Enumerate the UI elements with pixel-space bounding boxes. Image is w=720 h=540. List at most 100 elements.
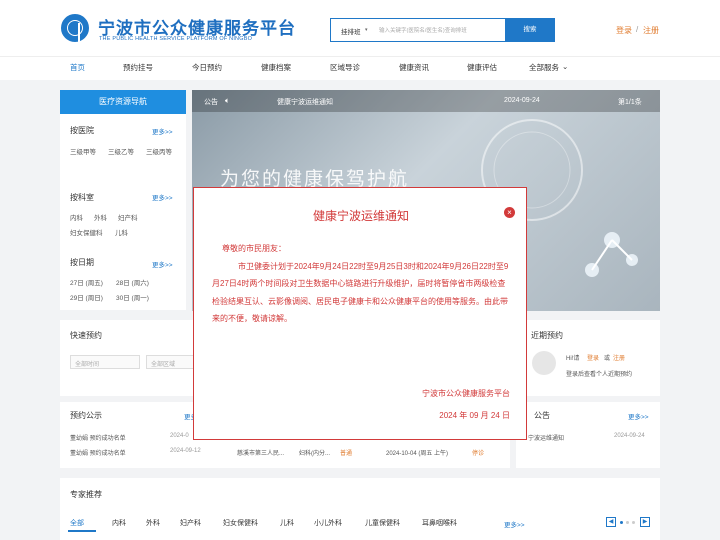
public-row[interactable]: 董幼娟 预约成功名单 bbox=[70, 433, 126, 442]
sidebar-heading: 医疗资源导航 bbox=[60, 90, 186, 114]
avatar bbox=[532, 351, 556, 375]
notice-bar: 公告 🔈︎ 健康宁波运维通知 2024-09-24 第1/1条 bbox=[192, 90, 660, 112]
logo-staff bbox=[78, 23, 80, 43]
date-tag[interactable]: 28日 (周六) bbox=[116, 277, 149, 287]
expert-tab[interactable]: 儿童保健科 bbox=[365, 518, 400, 528]
recent-greeting: Hi!请 bbox=[566, 356, 580, 362]
nav-booking[interactable]: 预约挂号 bbox=[123, 62, 153, 73]
notice-text[interactable]: 健康宁波运维通知 bbox=[277, 97, 333, 107]
area-select[interactable]: 全部区域 bbox=[146, 355, 196, 369]
quick-booking-title: 快速预约 bbox=[70, 331, 102, 340]
recent-or: 或 bbox=[604, 356, 611, 362]
active-tab-underline bbox=[68, 530, 96, 532]
experts-more-link[interactable]: 更多>> bbox=[504, 519, 525, 529]
expert-tab[interactable]: 耳鼻咽喉科 bbox=[422, 518, 457, 528]
dept-more-link[interactable]: 更多>> bbox=[152, 192, 173, 202]
public-row-date: 2024-0 bbox=[170, 433, 189, 439]
bulletin-more-link[interactable]: 更多>> bbox=[628, 411, 649, 421]
recent-register-link[interactable]: 注册 bbox=[613, 353, 625, 362]
public-time: 2024-10-04 (周五 上午) bbox=[386, 451, 449, 457]
hospital-more-link[interactable]: 更多>> bbox=[152, 126, 173, 136]
bulletin-panel: 公告 更多>> 宁波运维通知 2024-09-24 bbox=[516, 402, 660, 468]
public-dept: 妇科(内分... bbox=[299, 451, 330, 457]
nav-guide[interactable]: 区域导诊 bbox=[330, 62, 360, 73]
nav-news[interactable]: 健康资讯 bbox=[399, 62, 429, 73]
logo-icon[interactable] bbox=[61, 14, 89, 43]
recent-tip: 登录后查看个人近期预约 bbox=[566, 372, 633, 378]
separator: / bbox=[636, 25, 639, 34]
public-row-date: 2024-09-12 bbox=[170, 448, 201, 454]
nav-home[interactable]: 首页 bbox=[70, 62, 85, 73]
hospital-tag[interactable]: 三级丙等 bbox=[146, 146, 172, 156]
maintenance-notice-modal: 健康宁波运维通知 × 尊敬的市民朋友： 市卫健委计划于2024年9月24日22时… bbox=[193, 187, 527, 440]
modal-date: 2024 年 09 月 24 日 bbox=[439, 411, 510, 420]
carousel-dot[interactable] bbox=[632, 521, 635, 524]
hospital-section-title: 按医院 bbox=[70, 126, 94, 135]
date-tag[interactable]: 29日 (周日) bbox=[70, 292, 103, 302]
bulletin-title: 公告 bbox=[534, 411, 550, 420]
nav-records[interactable]: 健康档案 bbox=[261, 62, 291, 73]
modal-title: 健康宁波运维通知 bbox=[312, 209, 409, 223]
dept-tag[interactable]: 内科 bbox=[70, 212, 83, 222]
carousel-dot[interactable] bbox=[620, 521, 623, 524]
public-type: 普通 bbox=[340, 451, 353, 457]
experts-title: 专家推荐 bbox=[70, 490, 102, 499]
expert-tab[interactable]: 妇产科 bbox=[180, 518, 201, 528]
experts-panel: 专家推荐 全部 内科 外科 妇产科 妇女保健科 儿科 小儿外科 儿童保健科 耳鼻… bbox=[60, 478, 660, 540]
chevron-right-icon[interactable]: ▶ bbox=[640, 517, 650, 527]
public-row[interactable]: 董幼娟 预约成功名单 bbox=[70, 448, 126, 457]
notice-label: 公告 bbox=[204, 99, 218, 106]
expert-tab[interactable]: 内科 bbox=[112, 518, 126, 528]
date-more-link[interactable]: 更多>> bbox=[152, 259, 173, 269]
search-type-select[interactable]: 挂排班 bbox=[341, 26, 361, 36]
hospital-tag[interactable]: 三级甲等 bbox=[70, 146, 96, 156]
public-hospital: 慈溪市第三人民... bbox=[237, 451, 285, 457]
public-list-title: 预约公示 bbox=[70, 411, 102, 420]
bulletin-date: 2024-09-24 bbox=[614, 433, 645, 439]
expert-tab[interactable]: 外科 bbox=[146, 518, 160, 528]
recent-booking-panel: 近期预约 Hi!请 登录 或 注册 登录后查看个人近期预约 bbox=[520, 320, 660, 396]
register-link[interactable]: 注册 bbox=[643, 25, 659, 36]
recent-login-link[interactable]: 登录 bbox=[587, 353, 599, 362]
site-subtitle: THE PUBLIC HEALTH SERVICE PLATFORM OF NI… bbox=[99, 36, 253, 42]
modal-greeting: 尊敬的市民朋友： bbox=[222, 244, 286, 253]
carousel-dot[interactable] bbox=[626, 521, 629, 524]
expert-tab[interactable]: 儿科 bbox=[280, 518, 294, 528]
dept-tag[interactable]: 妇女保健科 bbox=[70, 227, 103, 237]
speaker-icon: 🔈︎ bbox=[225, 96, 230, 105]
date-tag[interactable]: 27日 (周五) bbox=[70, 277, 103, 287]
modal-signature: 宁波市公众健康服务平台 bbox=[422, 389, 510, 398]
expert-tab-all[interactable]: 全部 bbox=[70, 518, 84, 528]
sidebar: 按医院 更多>> 三级甲等 三级乙等 三级丙等 按科室 更多>> 内科 外科 妇… bbox=[60, 114, 186, 310]
notice-date: 2024-09-24 bbox=[504, 97, 540, 104]
nav-assessment[interactable]: 健康评估 bbox=[467, 62, 497, 73]
nav-all-services[interactable]: 全部服务 bbox=[529, 62, 559, 73]
hospital-tag[interactable]: 三级乙等 bbox=[108, 146, 134, 156]
login-link[interactable]: 登录 bbox=[616, 25, 632, 36]
modal-body: 尊敬的市民朋友： 市卫健委计划于2024年9月24日22时至9月25日3时和20… bbox=[212, 240, 512, 328]
search-input[interactable]: 输入关键字(医院名/医生名)查询排班 bbox=[379, 26, 467, 34]
expert-tab[interactable]: 小儿外科 bbox=[314, 518, 342, 528]
public-status: 停诊 bbox=[472, 451, 485, 457]
chevron-down-icon[interactable]: ⌄ bbox=[562, 62, 568, 71]
nav-today[interactable]: 今日预约 bbox=[192, 62, 222, 73]
logo-ring bbox=[67, 20, 83, 43]
dept-section-title: 按科室 bbox=[70, 193, 94, 202]
chevron-down-icon[interactable]: ▾ bbox=[365, 27, 368, 33]
time-select[interactable]: 全部时间 bbox=[70, 355, 140, 369]
notice-page: 第1/1条 bbox=[618, 99, 642, 106]
dept-tag[interactable]: 儿科 bbox=[115, 227, 128, 237]
dept-tag[interactable]: 妇产科 bbox=[118, 212, 138, 222]
search-bar: 挂排班 ▾ 输入关键字(医院名/医生名)查询排班 搜索 bbox=[330, 18, 555, 42]
site-header: 宁波市公众健康服务平台 THE PUBLIC HEALTH SERVICE PL… bbox=[0, 0, 720, 56]
modal-message: 市卫健委计划于2024年9月24日22时至9月25日3时和2024年9月26日2… bbox=[212, 261, 509, 324]
close-icon[interactable]: × bbox=[504, 207, 515, 218]
dept-tag[interactable]: 外科 bbox=[94, 212, 107, 222]
expert-tab[interactable]: 妇女保健科 bbox=[223, 518, 258, 528]
search-button[interactable]: 搜索 bbox=[505, 18, 555, 42]
date-tag[interactable]: 30日 (周一) bbox=[116, 292, 149, 302]
bulletin-item[interactable]: 宁波运维通知 bbox=[528, 433, 564, 442]
main-nav: 首页 预约挂号 今日预约 健康档案 区域导诊 健康资讯 健康评估 全部服务 ⌄ bbox=[0, 56, 720, 80]
chevron-left-icon[interactable]: ◀ bbox=[606, 517, 616, 527]
recent-booking-title: 近期预约 bbox=[531, 331, 563, 340]
